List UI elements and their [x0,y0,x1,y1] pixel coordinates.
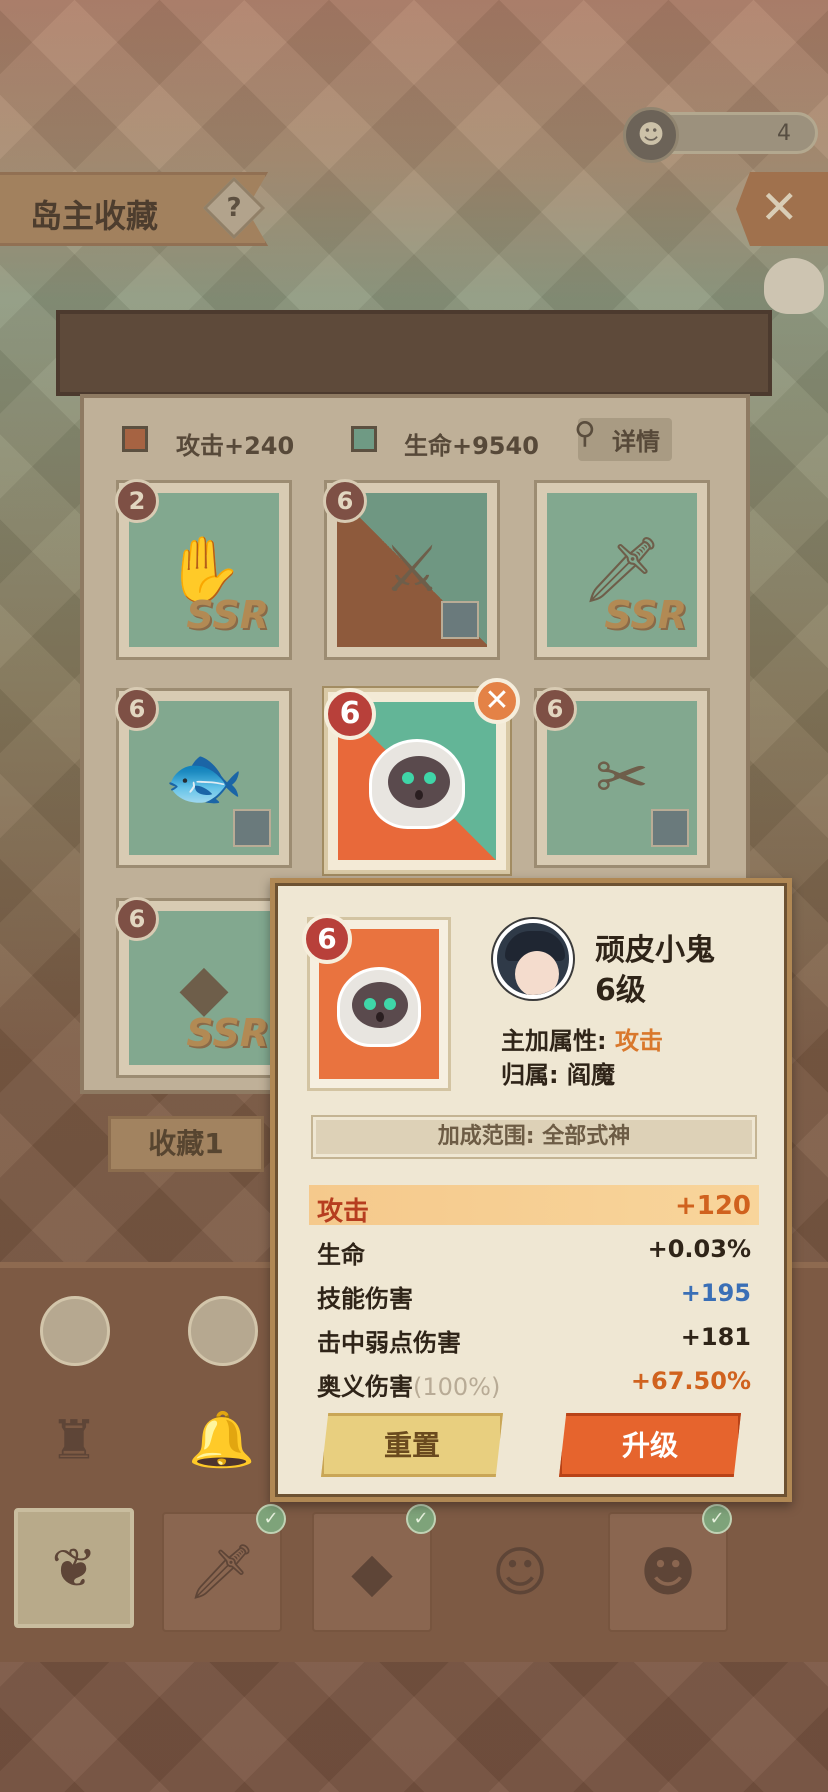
check-icon: ✓ [702,1504,732,1534]
popup-card: 6 [302,914,451,1091]
inventory-slot[interactable]: 🗡 ✓ [162,1504,286,1632]
element-icon [441,601,479,639]
page-title: 岛主收藏 [30,197,159,235]
shikigami-avatar[interactable] [40,1296,110,1366]
collection-card[interactable]: ✋ SSR 2 [115,479,292,660]
inventory-slot[interactable]: ♜ [14,1380,134,1500]
card-level-badge: 6 [324,688,376,740]
fish-icon: 🐟 [164,741,244,816]
board-roof [56,310,772,396]
lantern-icon: ♜ [49,1408,99,1472]
stat-value: +120 [674,1191,751,1221]
stat-label: 技能伤害 [317,1285,413,1313]
coin-icon: ☻ [623,107,679,163]
ssr-badge: SSR [604,593,687,637]
collection-card[interactable]: ⚔ 6 [323,479,500,660]
life-total: 生命+9540 [404,432,539,460]
card-level-badge: 6 [302,914,352,964]
item-level: 6级 [595,973,646,1008]
reset-button[interactable]: 重置 [321,1413,503,1477]
upgrade-button[interactable]: 升级 [559,1413,741,1477]
blade-icon: 🗡 [187,1540,257,1603]
attack-total: 攻击+240 [176,432,295,460]
owner-label: 归属: 阎魔 [501,1061,615,1089]
sword-icon: ⚔ [383,533,441,607]
attack-legend-swatch [122,426,148,452]
mask-icon: ☻ [639,1540,697,1604]
shikigami-avatar[interactable] [188,1296,258,1366]
collection-card[interactable]: ◆ SSR 6 [115,897,292,1078]
inventory-slot[interactable]: ❦ [14,1508,134,1628]
detail-popup: 6 顽皮小鬼 6级 主加属性: 攻击 归属: 阎魔 加成范围: 全部式神 攻击 +… [270,878,792,1502]
bonus-range: 加成范围: 全部式神 [311,1115,757,1159]
inventory-slot[interactable]: ☻ ✓ [608,1504,732,1632]
doll-icon: ☺ [491,1540,549,1604]
stat-value: +181 [680,1323,751,1351]
collection-tab[interactable]: 收藏1 [108,1116,264,1172]
main-attribute-label: 主加属性: [501,1027,607,1055]
ssr-badge: SSR [186,1011,269,1055]
collection-card[interactable]: 🗡 SSR [534,480,710,660]
stat-row: 技能伤害 +195 [309,1273,759,1313]
element-icon [651,809,689,847]
item-name: 顽皮小鬼 [595,933,715,968]
check-icon: ✓ [256,1504,286,1534]
rock-icon: ◆ [351,1540,393,1604]
selected-card[interactable]: 6 ✕ [324,678,520,874]
stat-value: +67.50% [630,1367,751,1395]
close-button[interactable]: ✕ [736,172,828,246]
duck-mascot [764,258,824,314]
currency-count: 4 [777,121,791,146]
stat-label: 击中弱点伤害 [317,1329,461,1357]
main-attribute-value: 攻击 [614,1027,663,1055]
stat-value: +195 [680,1279,751,1307]
remove-card-button[interactable]: ✕ [474,678,520,724]
card-level-badge: 6 [115,687,159,731]
check-icon: ✓ [406,1504,436,1534]
inventory-slot[interactable]: 🔔 [162,1380,282,1500]
ssr-badge: SSR [186,593,269,637]
stat-value: +0.03% [647,1235,751,1263]
main-attribute: 主加属性: 攻击 [501,1021,663,1056]
card-level-badge: 6 [323,479,367,523]
close-icon: ✕ [760,180,799,234]
card-level-badge: 6 [533,687,577,731]
inventory-slot[interactable]: ☺ [460,1512,580,1632]
detail-button[interactable]: ⚲ 详情 [574,416,672,461]
stat-row: 击中弱点伤害 +181 [309,1317,759,1357]
ghost-icon [369,739,465,830]
currency-display: ☻ 4 [623,107,818,163]
collection-card[interactable]: ✂ 6 [533,687,710,868]
element-icon [233,809,271,847]
stat-label: 生命 [317,1241,365,1269]
help-icon: ? [226,193,242,223]
bell-icon: 🔔 [188,1408,256,1471]
collection-card[interactable]: 🐟 6 [115,687,292,868]
life-legend-swatch [351,426,377,452]
magnifier-icon: ⚲ [574,416,596,451]
owner-avatar [493,919,573,999]
card-level-badge: 2 [115,479,159,523]
card-level-badge: 6 [115,897,159,941]
inventory-slot[interactable]: ◆ ✓ [312,1504,436,1632]
stat-row: 生命 +0.03% [309,1229,759,1269]
stat-row: 攻击 +120 [309,1185,759,1227]
stat-label: 奥义伤害 [317,1373,413,1401]
stat-label: 攻击 [317,1197,370,1227]
ribbon-icon: ✂ [595,741,649,815]
stat-sublabel: (100%) [413,1373,501,1401]
detail-label: 详情 [612,428,660,456]
butterfly-icon: ❦ [51,1536,97,1600]
ghost-icon [337,967,421,1047]
stat-row: 奥义伤害(100%) +67.50% [309,1361,759,1401]
